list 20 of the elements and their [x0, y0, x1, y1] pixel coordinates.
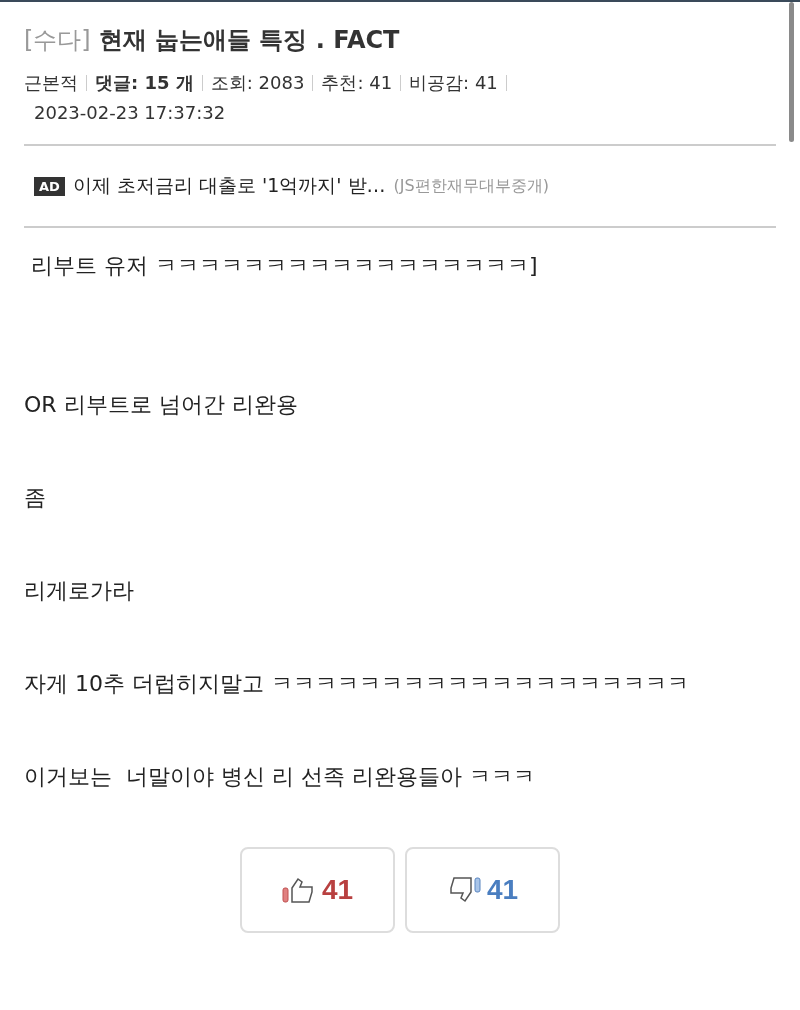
body-text: 좀 [24, 486, 47, 510]
post-date: 2023-02-23 17:37:32 [34, 101, 227, 125]
dislike-button[interactable]: 41 [405, 847, 560, 933]
body-text: 리부트 유저 ㅋㅋㅋㅋㅋㅋㅋㅋㅋㅋㅋㅋㅋㅋㅋㅋㅋ] [30, 254, 539, 278]
like-button[interactable]: 41 [240, 847, 395, 933]
dislike-count: 비공감: 41 [409, 71, 498, 95]
ad-source: (JS편한재무대부중개) [393, 175, 549, 197]
body-text: 리게로가라 [24, 579, 135, 603]
comment-count: 댓글: 15 개 [95, 71, 194, 95]
post-title: 현재 눕는애들 특징 . FACT [98, 25, 400, 56]
body-text: OR 리부트로 넘어간 리완용 [24, 393, 299, 417]
ad-badge: AD [34, 176, 65, 196]
view-count: 조회: 2083 [210, 71, 305, 95]
post-category: [수다] [24, 25, 91, 56]
ad-link[interactable]: 이제 초저금리 대출로 '1억까지' 받… [72, 173, 386, 199]
body-text: 이거보는 너말이야 병신 리 선족 리완용들아 ㅋㅋㅋ [24, 765, 536, 789]
recommend-count: 추천: 41 [321, 71, 393, 95]
body-text: 자게 10추 더럽히지말고 ㅋㅋㅋㅋㅋㅋㅋㅋㅋㅋㅋㅋㅋㅋㅋㅋㅋㅋㅋ [24, 672, 690, 696]
thumbs-up-icon [281, 876, 316, 904]
author-name: 근본적 [24, 71, 78, 95]
